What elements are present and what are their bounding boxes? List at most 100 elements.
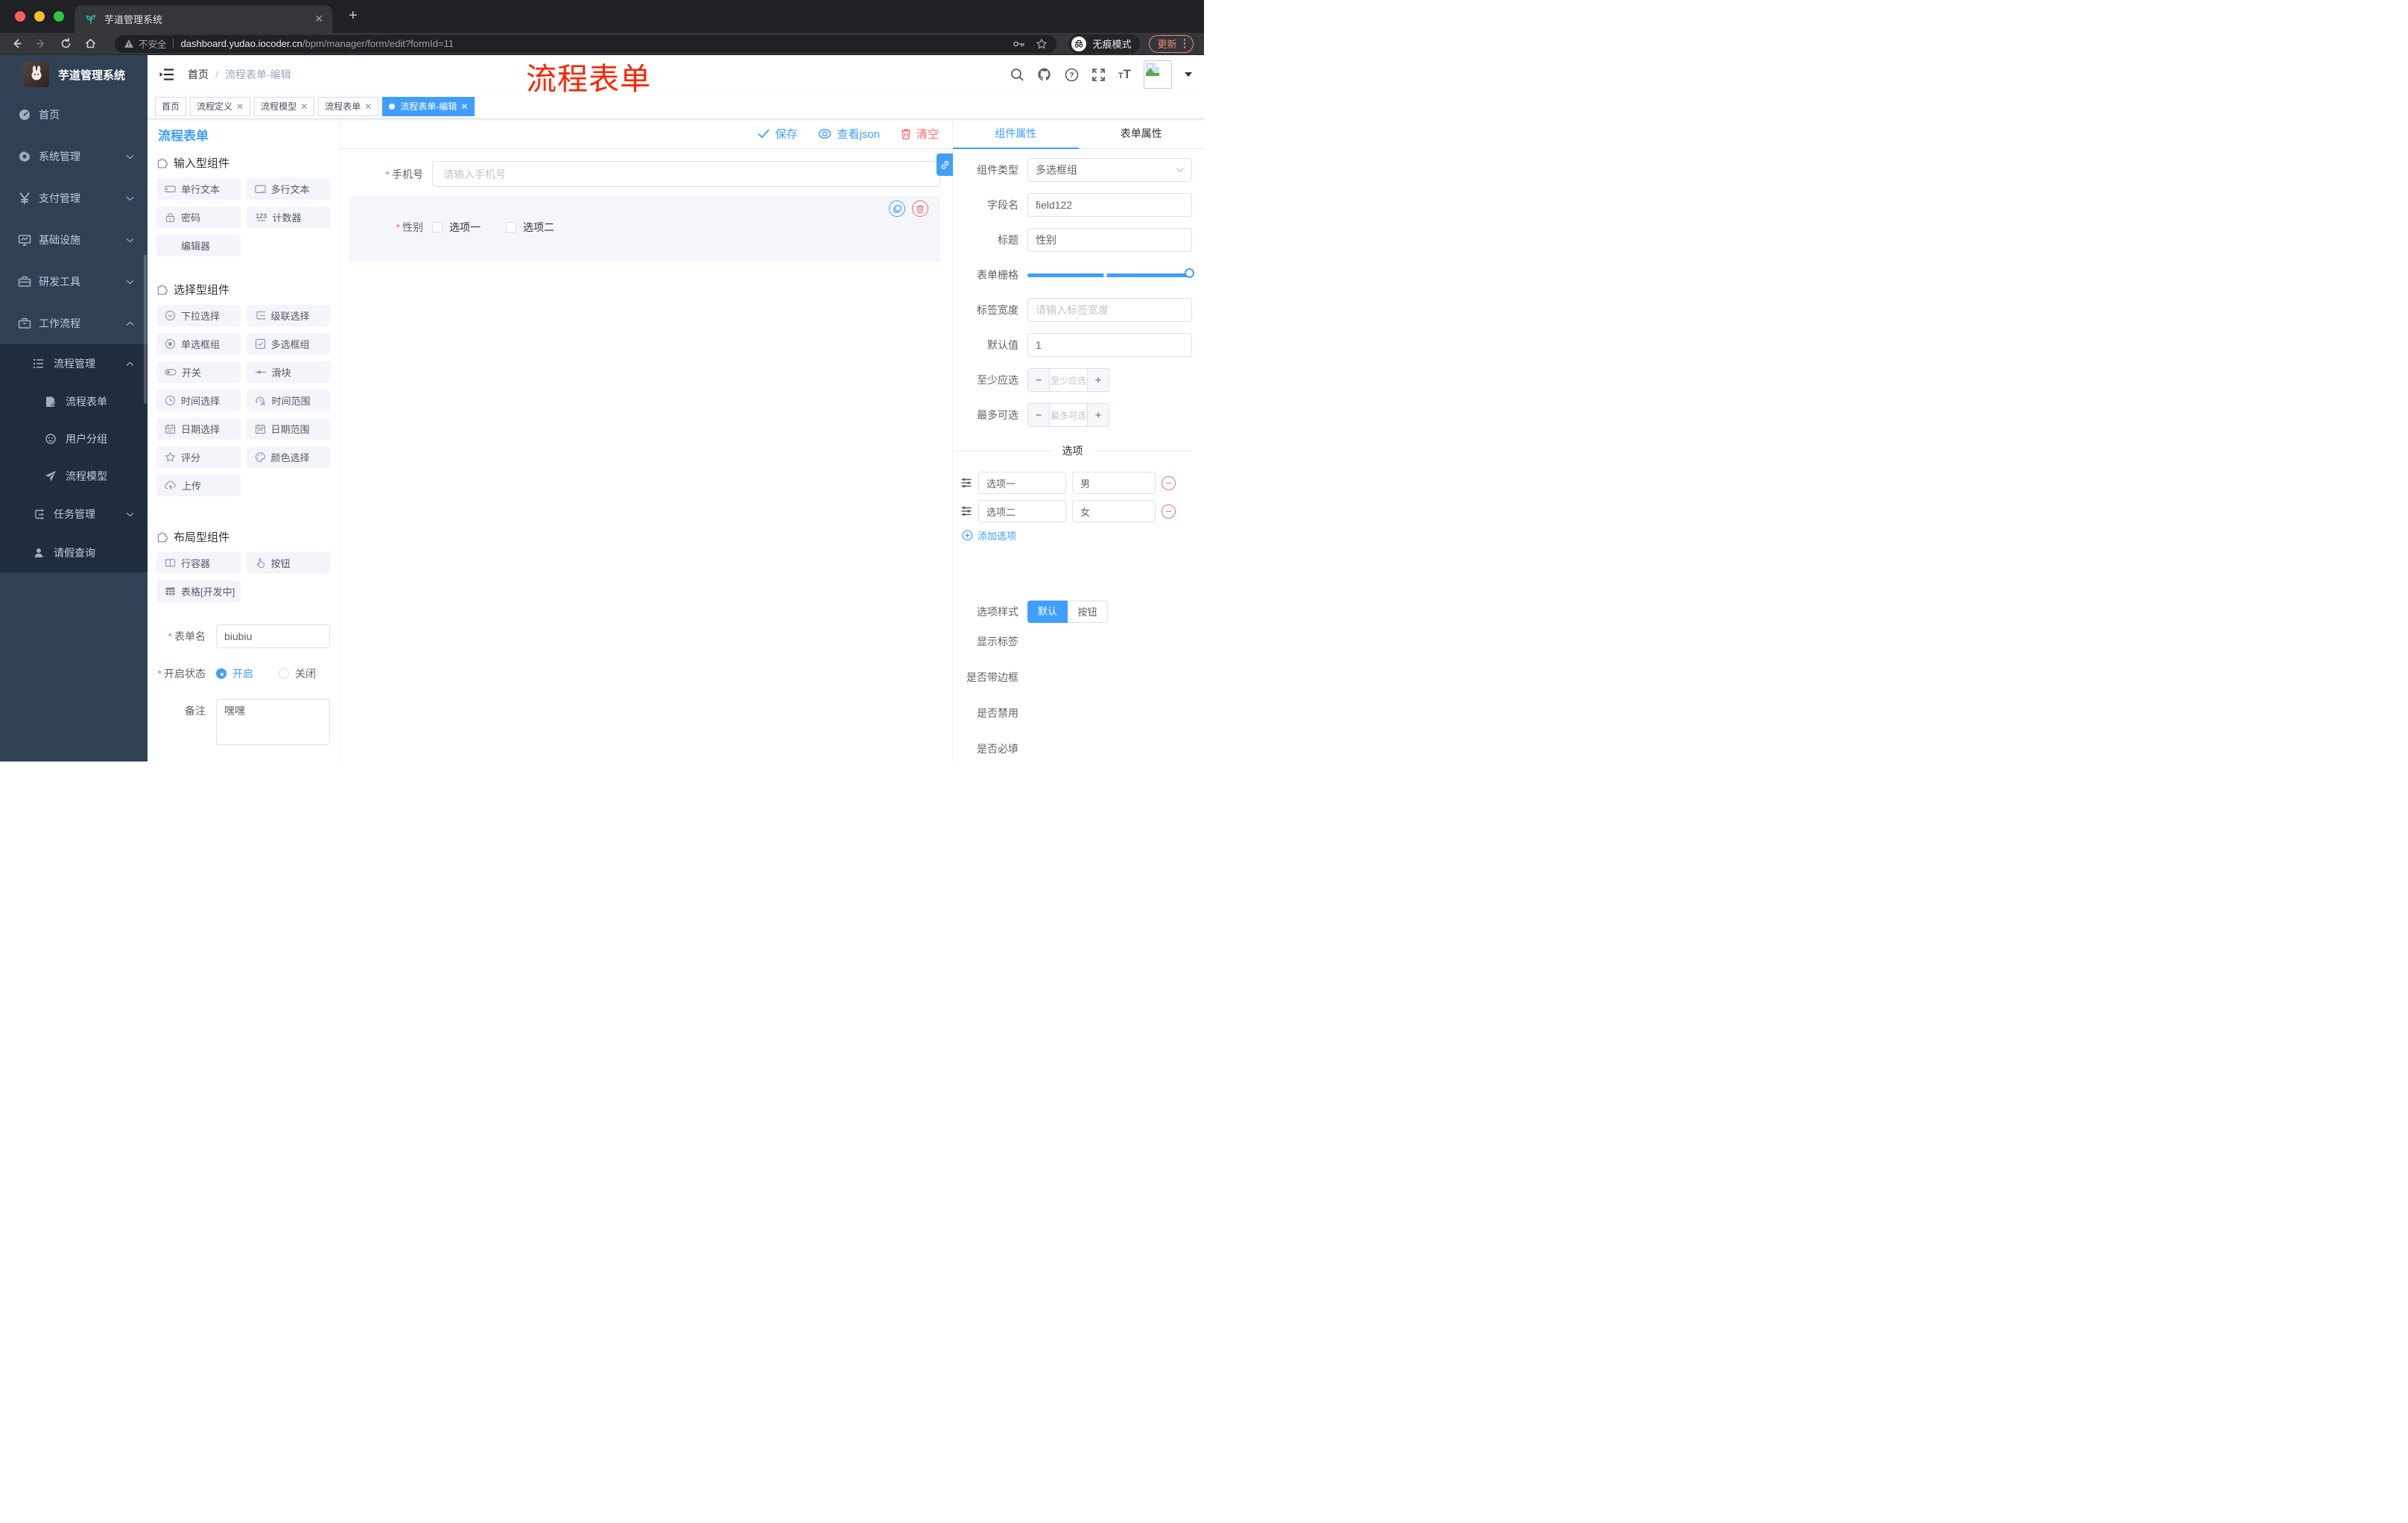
remove-option-button[interactable]: − — [1162, 475, 1176, 490]
component-radio-group[interactable]: 单选框组 — [156, 333, 241, 355]
component-button[interactable]: 按钮 — [246, 552, 330, 574]
phone-form-item[interactable]: * 手机号 — [349, 161, 940, 187]
sidebar-item-home[interactable]: 首页 — [0, 94, 148, 136]
sidebar-item-leave-query[interactable]: 请假查询 — [0, 533, 148, 572]
sidebar-item-workflow[interactable]: 工作流程 — [0, 303, 148, 344]
form-remark-textarea[interactable]: 嘿嘿 — [216, 699, 330, 745]
view-json-button[interactable]: 查看json — [818, 126, 880, 142]
component-slider[interactable]: 滑块 — [246, 361, 330, 383]
gender-option-2-checkbox[interactable]: 选项二 — [506, 220, 554, 235]
tag-close-icon[interactable]: ✕ — [460, 101, 468, 112]
search-icon[interactable] — [1010, 68, 1024, 82]
minimize-window-button[interactable] — [34, 11, 45, 22]
sidebar-scrollbar[interactable] — [144, 255, 147, 404]
max-select-stepper[interactable]: − 最多可选 + — [1027, 403, 1109, 427]
checkbox[interactable] — [506, 222, 516, 232]
component-switch[interactable]: 开关 — [156, 361, 241, 383]
min-select-stepper[interactable]: − 至少应选 + — [1027, 368, 1109, 392]
password-key-icon[interactable] — [1013, 39, 1025, 49]
fullscreen-icon[interactable] — [1091, 68, 1106, 82]
style-button-button[interactable]: 按钮 — [1068, 601, 1108, 623]
stepper-placeholder[interactable]: 最多可选 — [1050, 404, 1087, 426]
tag-close-icon[interactable]: ✕ — [364, 101, 372, 112]
sidebar-item-user-group[interactable]: 用户分组 — [0, 420, 148, 457]
canvas-body[interactable]: *手机号 *性别 选项一 — [340, 149, 952, 762]
new-tab-button[interactable]: + — [349, 7, 358, 25]
option-label-input[interactable] — [978, 500, 1066, 522]
form-name-input[interactable] — [216, 624, 330, 648]
clear-button[interactable]: 清空 — [901, 126, 939, 142]
remove-option-button[interactable]: − — [1162, 504, 1176, 519]
option-value-input[interactable] — [1072, 500, 1156, 522]
copy-component-button[interactable] — [889, 200, 905, 217]
forward-icon[interactable] — [35, 37, 48, 50]
default-value-input[interactable] — [1027, 333, 1192, 357]
reload-icon[interactable] — [60, 37, 72, 50]
browser-tab[interactable]: 芋道管理系统 ✕ — [75, 5, 332, 33]
sidebar-item-task-mgmt[interactable]: 任务管理 — [0, 495, 148, 533]
sidebar-item-infra[interactable]: 基础设施 — [0, 219, 148, 261]
component-type-select[interactable]: 多选框组 — [1027, 158, 1192, 182]
selected-component-gender[interactable]: * 性别 选项一 选项二 — [349, 196, 940, 262]
component-date-picker[interactable]: 日期选择 — [156, 418, 241, 440]
breadcrumb-home[interactable]: 首页 — [188, 67, 209, 82]
component-color-picker[interactable]: 颜色选择 — [246, 446, 330, 468]
back-icon[interactable] — [10, 37, 23, 50]
delete-component-button[interactable] — [912, 200, 928, 217]
slider-handle[interactable] — [1185, 268, 1194, 278]
component-time-range[interactable]: 时间范围 — [246, 390, 330, 411]
security-label[interactable]: 不安全 — [139, 37, 167, 51]
option-label-input[interactable] — [978, 472, 1066, 494]
title-input[interactable] — [1027, 228, 1192, 252]
component-time-picker[interactable]: 时间选择 — [156, 390, 241, 411]
sidebar-item-process-mgmt[interactable]: 流程管理 — [0, 344, 148, 383]
sidebar-item-devtools[interactable]: 研发工具 — [0, 261, 148, 303]
close-window-button[interactable] — [15, 11, 25, 22]
home-icon[interactable] — [84, 37, 97, 50]
component-table[interactable]: 表格[开发中] — [156, 580, 241, 602]
component-date-range[interactable]: 日期范围 — [246, 418, 330, 440]
tag-home[interactable]: 首页 — [155, 96, 187, 116]
bookmark-star-icon[interactable] — [1036, 38, 1048, 50]
stepper-minus-button[interactable]: − — [1028, 369, 1050, 391]
component-checkbox-group[interactable]: 多选框组 — [246, 333, 330, 355]
checkbox[interactable] — [432, 222, 443, 232]
form-grid-slider[interactable] — [1027, 263, 1194, 287]
status-off-radio[interactable]: 关闭 — [279, 666, 316, 681]
slider-track[interactable] — [1027, 273, 1192, 277]
sidebar-item-payment[interactable]: 支付管理 — [0, 177, 148, 219]
avatar[interactable] — [1144, 60, 1172, 89]
sidebar-item-system[interactable]: 系统管理 — [0, 136, 148, 177]
component-password[interactable]: 密码 — [156, 206, 241, 228]
component-editor[interactable]: 编辑器 — [156, 235, 241, 256]
sidebar-item-process-model[interactable]: 流程模型 — [0, 457, 148, 495]
avatar-caret-icon[interactable] — [1185, 72, 1192, 77]
component-row-container[interactable]: 行容器 — [156, 552, 241, 574]
stepper-plus-button[interactable]: + — [1087, 404, 1109, 426]
sidebar-toggle-icon[interactable] — [159, 68, 174, 81]
component-counter[interactable]: 123 计数器 — [246, 206, 330, 228]
drag-handle-icon[interactable] — [960, 505, 972, 517]
tag-process-form[interactable]: 流程表单 ✕ — [318, 96, 379, 116]
tag-process-form-edit[interactable]: 流程表单-编辑 ✕ — [382, 96, 475, 116]
tag-close-icon[interactable]: ✕ — [236, 101, 244, 112]
style-default-button[interactable]: 默认 — [1027, 601, 1068, 623]
field-name-input[interactable] — [1027, 193, 1192, 217]
tag-process-model[interactable]: 流程模型 ✕ — [254, 96, 315, 116]
gender-form-item[interactable]: * 性别 选项一 选项二 — [349, 220, 940, 235]
stepper-plus-button[interactable]: + — [1087, 369, 1109, 391]
phone-input[interactable] — [432, 161, 940, 187]
maximize-window-button[interactable] — [54, 11, 64, 22]
component-multi-text[interactable]: 多行文本 — [246, 178, 330, 200]
component-rate[interactable]: 评分 — [156, 446, 241, 468]
security-warning-icon[interactable] — [124, 39, 134, 48]
help-icon[interactable]: ? — [1065, 68, 1079, 82]
tab-close-icon[interactable]: ✕ — [314, 13, 323, 25]
sidebar-item-process-form[interactable]: 流程表单 — [0, 383, 148, 420]
tab-form-props[interactable]: 表单属性 — [1079, 119, 1205, 148]
component-select[interactable]: 下拉选择 — [156, 305, 241, 326]
drag-handle-icon[interactable] — [960, 477, 972, 489]
add-option-button[interactable]: 添加选项 — [962, 528, 1192, 542]
font-size-icon[interactable]: TT — [1118, 68, 1131, 81]
link-tab[interactable] — [937, 153, 953, 176]
